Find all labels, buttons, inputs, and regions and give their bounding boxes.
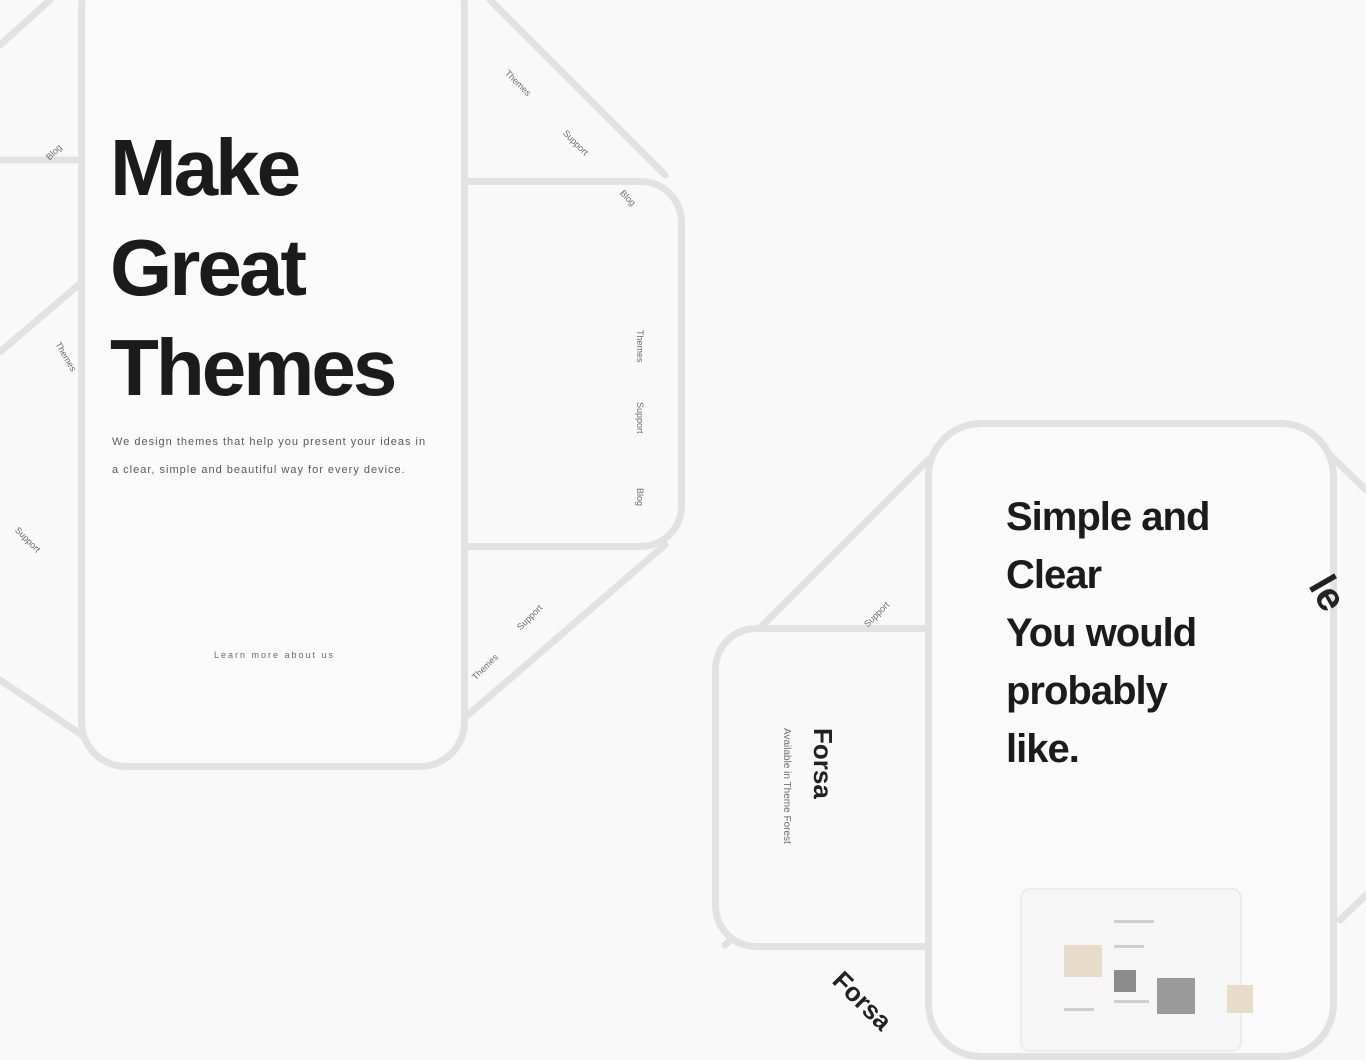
preview-swatch	[1227, 985, 1253, 1013]
learn-more-link[interactable]: Learn more about us	[214, 650, 335, 660]
hero-description: We design themes that help you present y…	[112, 436, 427, 476]
brand-subtitle: Available in Theme Forest	[781, 728, 792, 844]
canvas: Make Great Themes We design themes that …	[0, 0, 1366, 1060]
preview-line	[1064, 1008, 1094, 1011]
simple-title-line5: like.	[1006, 727, 1080, 771]
side-label-themes-2[interactable]: Themes	[635, 330, 645, 363]
side-panel-right	[463, 178, 685, 550]
preview-line	[1114, 920, 1154, 923]
simple-title-line1: Simple and	[1006, 495, 1210, 539]
preview-swatch	[1064, 945, 1102, 977]
simple-title-line4: probably	[1006, 669, 1168, 713]
brand-forsa: Forsa	[808, 728, 838, 799]
preview-image	[1114, 970, 1136, 992]
hero-title-line2: Great	[110, 223, 307, 312]
side-label-support-2[interactable]: Support	[635, 402, 645, 434]
simple-title-line3: You would	[1006, 611, 1197, 655]
simple-title-line2: Clear	[1006, 553, 1102, 597]
hero-title-line1: Make	[110, 123, 301, 212]
theme-preview-thumbnail[interactable]	[1020, 888, 1253, 1052]
hero-title-line3: Themes	[110, 323, 397, 412]
simple-title: Simple and Clear You would probably like…	[1006, 488, 1210, 778]
preview-line	[1114, 945, 1144, 948]
hero-title: Make Great Themes	[110, 118, 397, 418]
preview-line	[1114, 1000, 1149, 1003]
side-label-blog-2[interactable]: Blog	[635, 488, 645, 506]
preview-image	[1157, 978, 1195, 1014]
